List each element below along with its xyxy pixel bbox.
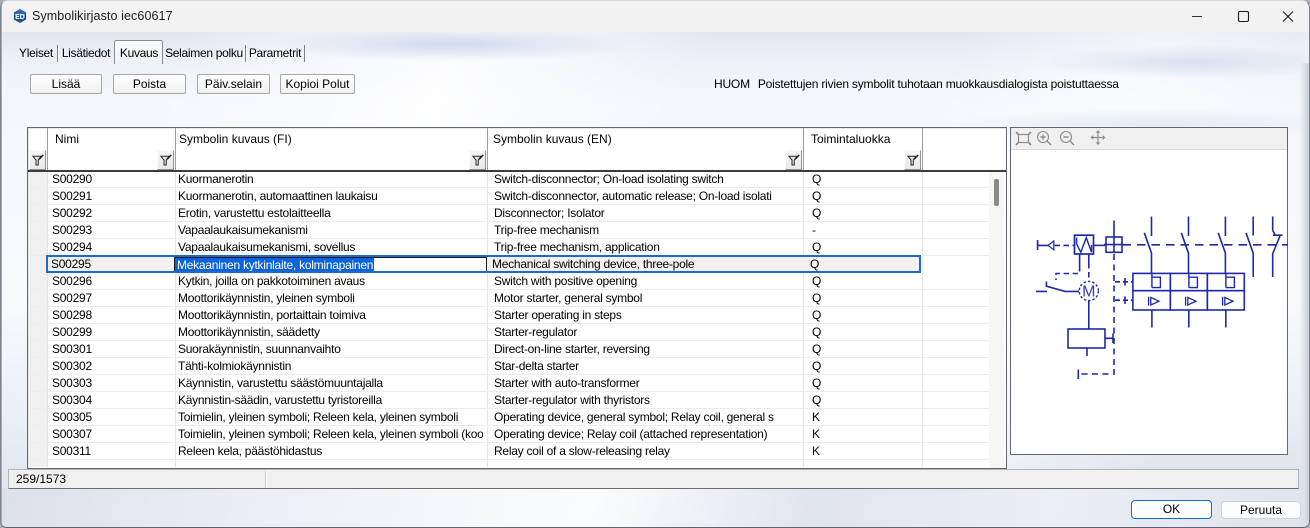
svg-text:M: M <box>1082 284 1095 301</box>
svg-text:ED: ED <box>15 14 25 21</box>
